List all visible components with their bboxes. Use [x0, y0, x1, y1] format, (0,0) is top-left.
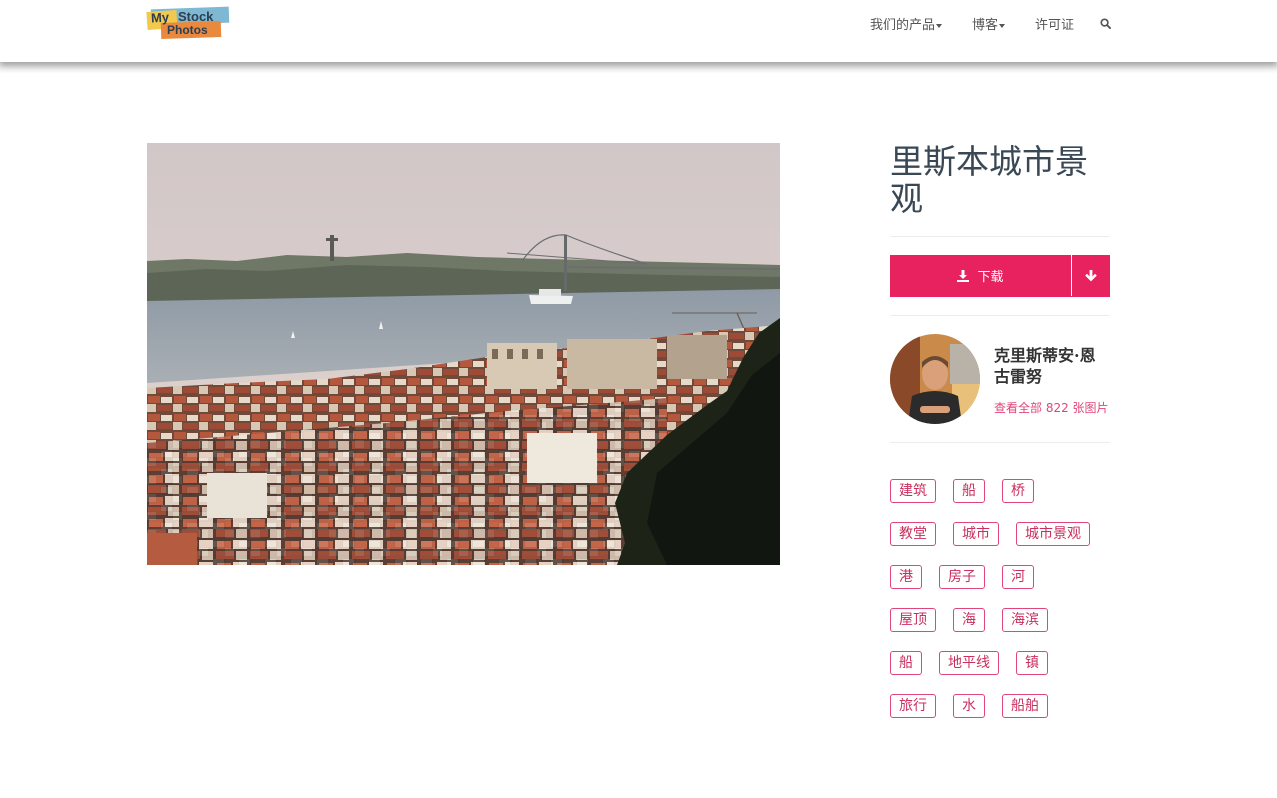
nav-item-license-label: 许可证	[1034, 18, 1074, 33]
tag-item[interactable]: 屋顶	[890, 608, 936, 632]
photo-sidebar: 里斯本城市景观 下载 克里斯蒂安·恩古雷努 查看全部 822 张图片 建筑 船 …	[890, 143, 1110, 737]
tag-item[interactable]: 海	[953, 608, 985, 632]
nav-item-products[interactable]: 我们的产品	[870, 14, 942, 33]
author-all-photos-link[interactable]: 查看全部 822 张图片	[994, 398, 1110, 418]
tag-item[interactable]: 船	[890, 651, 922, 675]
author-card: 克里斯蒂安·恩古雷努 查看全部 822 张图片	[890, 316, 1110, 442]
nav-item-blog-label: 博客	[971, 18, 998, 33]
download-icon	[957, 269, 970, 282]
tag-item[interactable]: 桥	[1002, 479, 1034, 503]
download-main[interactable]: 下载	[890, 255, 1072, 296]
caret-down-icon	[935, 23, 942, 28]
download-button[interactable]: 下载	[890, 255, 1110, 297]
nav-item-license[interactable]: 许可证	[1035, 14, 1074, 33]
tag-item[interactable]: 旅行	[890, 694, 936, 718]
photo-title: 里斯本城市景观	[890, 142, 1088, 218]
header-shadow	[0, 62, 1277, 74]
divider	[890, 236, 1110, 237]
tag-item[interactable]: 港	[890, 565, 922, 589]
arrow-down-icon	[1085, 270, 1097, 282]
download-label: 下载	[977, 270, 1004, 285]
search-icon[interactable]	[1100, 18, 1111, 29]
tag-item[interactable]: 城市景观	[1016, 522, 1090, 546]
download-dropdown-toggle[interactable]	[1072, 255, 1110, 297]
tag-item[interactable]: 船舶	[1002, 694, 1048, 718]
caret-down-icon	[998, 23, 1005, 28]
author-avatar[interactable]	[890, 334, 980, 424]
tag-item[interactable]: 船	[953, 479, 985, 503]
tag-item[interactable]: 城市	[953, 522, 999, 546]
tag-item[interactable]: 水	[953, 694, 985, 718]
nav-item-products-label: 我们的产品	[869, 18, 935, 33]
tag-item[interactable]: 镇	[1016, 651, 1048, 675]
tag-item[interactable]: 教堂	[890, 522, 936, 546]
logo-word-photos: Photos	[167, 23, 208, 37]
tag-item[interactable]: 房子	[939, 565, 985, 589]
author-info: 克里斯蒂安·恩古雷努 查看全部 822 张图片	[994, 334, 1110, 418]
main-nav: 我们的产品 博客 许可证	[840, 14, 1111, 33]
main-photo[interactable]	[147, 143, 780, 565]
logo-word-stock: Stock	[178, 9, 214, 24]
nav-item-blog[interactable]: 博客	[972, 14, 1005, 33]
tag-item[interactable]: 海滨	[1002, 608, 1048, 632]
tag-list: 建筑船桥教堂 城市 城市景观港房子河屋顶海海滨船地平线镇旅行水船舶	[890, 443, 1110, 737]
tag-item[interactable]: 建筑	[890, 479, 936, 503]
site-logo[interactable]: My Stock Photos	[146, 6, 230, 40]
site-header: My Stock Photos 我们的产品 博客 许可证	[0, 0, 1277, 62]
tag-item[interactable]: 地平线	[939, 651, 999, 675]
author-name[interactable]: 克里斯蒂安·恩古雷努	[994, 345, 1110, 387]
tag-item[interactable]: 河	[1002, 565, 1034, 589]
